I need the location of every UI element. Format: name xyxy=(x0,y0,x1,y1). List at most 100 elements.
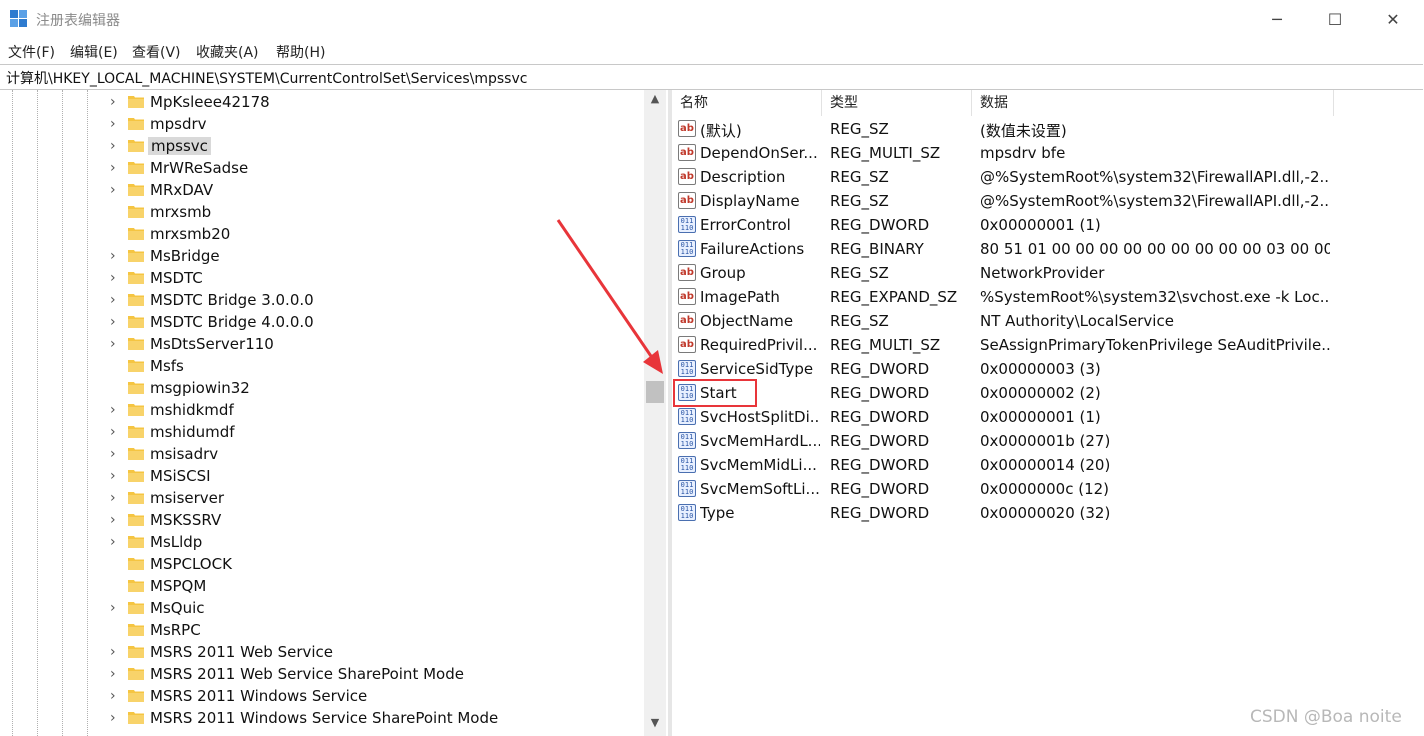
value-row[interactable]: 011 110 SvcHostSplitDi... REG_DWORD 0x000000… xyxy=(672,405,1424,429)
tree-item[interactable]: › msisadrv xyxy=(0,443,644,465)
expand-chevron-icon[interactable]: › xyxy=(110,160,116,176)
value-row[interactable]: ab RequiredPrivil... REG_MULTI_SZ SeAssignP… xyxy=(672,333,1424,357)
tree-item[interactable]: › MSRS 2011 Web Service xyxy=(0,641,644,663)
menu-file[interactable]: 文件(F) xyxy=(8,42,55,62)
expand-chevron-icon[interactable]: › xyxy=(110,248,116,264)
value-row[interactable]: ab DisplayName REG_SZ @%SystemRoot%\system3… xyxy=(672,189,1424,213)
value-name: SvcMemMidLi... xyxy=(700,456,817,474)
value-row[interactable]: 011 110 Type REG_DWORD 0x00000020 (32) xyxy=(672,501,1424,525)
expand-chevron-icon[interactable]: › xyxy=(110,336,116,352)
tree-item[interactable]: › MsDtsServer110 xyxy=(0,333,644,355)
value-row[interactable]: 011 110 SvcMemHardL... REG_DWORD 0x0000001b … xyxy=(672,429,1424,453)
tree-item-label: MSiSCSI xyxy=(150,467,211,485)
tree-item[interactable]: MSPQM xyxy=(0,575,644,597)
close-button[interactable]: ✕ xyxy=(1364,0,1422,38)
expand-chevron-icon[interactable]: › xyxy=(110,688,116,704)
key-tree[interactable]: › MpKsleee42178 › mpsdrv › mpssvc › MrWReSadse ›… xyxy=(0,90,668,736)
tree-item[interactable]: › mshidumdf xyxy=(0,421,644,443)
value-row[interactable]: 011 110 FailureActions REG_BINARY 80 51 01 0… xyxy=(672,237,1424,261)
value-row[interactable]: 011 110 ErrorControl REG_DWORD 0x00000001 (1… xyxy=(672,213,1424,237)
tree-item[interactable]: › MSRS 2011 Windows Service xyxy=(0,685,644,707)
expand-chevron-icon[interactable]: › xyxy=(110,270,116,286)
tree-item[interactable]: › MpKsleee42178 xyxy=(0,91,644,113)
scroll-down-arrow-icon[interactable]: ▼ xyxy=(644,716,666,734)
expand-chevron-icon[interactable]: › xyxy=(110,182,116,198)
menu-edit[interactable]: 编辑(E) xyxy=(70,42,118,62)
value-name: (默认) xyxy=(700,122,742,140)
tree-item[interactable]: › MSDTC xyxy=(0,267,644,289)
minimize-button[interactable]: ─ xyxy=(1248,0,1306,38)
value-data: @%SystemRoot%\system32\FirewallAPI.dll,-… xyxy=(980,192,1330,210)
column-header-data[interactable]: 数据 xyxy=(972,90,1334,116)
expand-chevron-icon[interactable]: › xyxy=(110,446,116,462)
address-bar[interactable]: 计算机\HKEY_LOCAL_MACHINE\SYSTEM\CurrentCon… xyxy=(0,64,1423,90)
expand-chevron-icon[interactable]: › xyxy=(110,468,116,484)
expand-chevron-icon[interactable]: › xyxy=(110,314,116,330)
expand-chevron-icon[interactable]: › xyxy=(110,424,116,440)
maximize-button[interactable]: ☐ xyxy=(1306,0,1364,38)
column-header-name[interactable]: 名称 xyxy=(672,90,822,116)
tree-item-label: msgpiowin32 xyxy=(150,379,250,397)
tree-item[interactable]: Msfs xyxy=(0,355,644,377)
tree-item[interactable]: › MRxDAV xyxy=(0,179,644,201)
tree-item[interactable]: › MsQuic xyxy=(0,597,644,619)
menu-view[interactable]: 查看(V) xyxy=(132,42,181,62)
expand-chevron-icon[interactable]: › xyxy=(110,512,116,528)
folder-icon xyxy=(128,470,144,482)
tree-item-label: MSPCLOCK xyxy=(150,555,232,573)
tree-item[interactable]: › mpsdrv xyxy=(0,113,644,135)
value-row[interactable]: ab Description REG_SZ @%SystemRoot%\system3… xyxy=(672,165,1424,189)
value-row[interactable]: 011 110 ServiceSidType REG_DWORD 0x00000003 … xyxy=(672,357,1424,381)
value-row[interactable]: 011 110 Start REG_DWORD 0x00000002 (2) xyxy=(672,381,1424,405)
expand-chevron-icon[interactable]: › xyxy=(110,644,116,660)
expand-chevron-icon[interactable]: › xyxy=(110,292,116,308)
value-row[interactable]: 011 110 SvcMemSoftLi... REG_DWORD 0x0000000c… xyxy=(672,477,1424,501)
address-path[interactable]: 计算机\HKEY_LOCAL_MACHINE\SYSTEM\CurrentCon… xyxy=(6,68,527,88)
tree-item[interactable]: › mpssvc xyxy=(0,135,644,157)
expand-chevron-icon[interactable]: › xyxy=(110,138,116,154)
scroll-thumb[interactable] xyxy=(646,381,664,403)
scroll-up-arrow-icon[interactable]: ▲ xyxy=(644,92,666,110)
expand-chevron-icon[interactable]: › xyxy=(110,600,116,616)
menu-help[interactable]: 帮助(H) xyxy=(276,42,325,62)
tree-item[interactable]: mrxsmb20 xyxy=(0,223,644,245)
tree-item-label: mrxsmb20 xyxy=(150,225,231,243)
tree-item[interactable]: › MrWReSadse xyxy=(0,157,644,179)
value-row[interactable]: 011 110 SvcMemMidLi... REG_DWORD 0x00000014 … xyxy=(672,453,1424,477)
value-name: SvcMemHardL... xyxy=(700,432,820,450)
expand-chevron-icon[interactable]: › xyxy=(110,534,116,550)
tree-item[interactable]: MSPCLOCK xyxy=(0,553,644,575)
tree-item[interactable]: › msiserver xyxy=(0,487,644,509)
expand-chevron-icon[interactable]: › xyxy=(110,94,116,110)
tree-item[interactable]: › MSDTC Bridge 4.0.0.0 xyxy=(0,311,644,333)
tree-item[interactable]: › MSDTC Bridge 3.0.0.0 xyxy=(0,289,644,311)
tree-item[interactable]: mrxsmb xyxy=(0,201,644,223)
value-row[interactable]: ab ObjectName REG_SZ NT Authority\LocalServ… xyxy=(672,309,1424,333)
value-row[interactable]: ab (默认) REG_SZ (数值未设置) xyxy=(672,117,1424,141)
column-header-type[interactable]: 类型 xyxy=(822,90,972,116)
tree-scrollbar[interactable]: ▲ ▼ xyxy=(644,90,666,736)
tree-item[interactable]: › mshidkmdf xyxy=(0,399,644,421)
expand-chevron-icon[interactable]: › xyxy=(110,490,116,506)
folder-icon xyxy=(128,558,144,570)
tree-item[interactable]: › MSRS 2011 Web Service SharePoint Mode xyxy=(0,663,644,685)
binary-value-icon: 011 110 xyxy=(678,360,696,377)
menu-favorites[interactable]: 收藏夹(A) xyxy=(196,42,259,62)
tree-item[interactable]: msgpiowin32 xyxy=(0,377,644,399)
tree-item[interactable]: › MsLldp xyxy=(0,531,644,553)
tree-item[interactable]: › MSiSCSI xyxy=(0,465,644,487)
expand-chevron-icon[interactable]: › xyxy=(110,402,116,418)
value-row[interactable]: ab ImagePath REG_EXPAND_SZ %SystemRoot%\sys… xyxy=(672,285,1424,309)
expand-chevron-icon[interactable]: › xyxy=(110,116,116,132)
tree-item[interactable]: › MsBridge xyxy=(0,245,644,267)
tree-item[interactable]: › MSKSSRV xyxy=(0,509,644,531)
value-data: %SystemRoot%\system32\svchost.exe -k Loc… xyxy=(980,288,1330,306)
value-list[interactable]: 名称 类型 数据 ab (默认) REG_SZ (数值未设置) ab DependOnSe… xyxy=(672,90,1424,736)
expand-chevron-icon[interactable]: › xyxy=(110,666,116,682)
expand-chevron-icon[interactable]: › xyxy=(110,710,116,726)
tree-item[interactable]: › MSRS 2011 Windows Service SharePoint Mo… xyxy=(0,707,644,729)
value-row[interactable]: ab Group REG_SZ NetworkProvider xyxy=(672,261,1424,285)
value-row[interactable]: ab DependOnSer... REG_MULTI_SZ mpsdrv bfe xyxy=(672,141,1424,165)
binary-value-icon: 011 110 xyxy=(678,432,696,449)
tree-item[interactable]: MsRPC xyxy=(0,619,644,641)
